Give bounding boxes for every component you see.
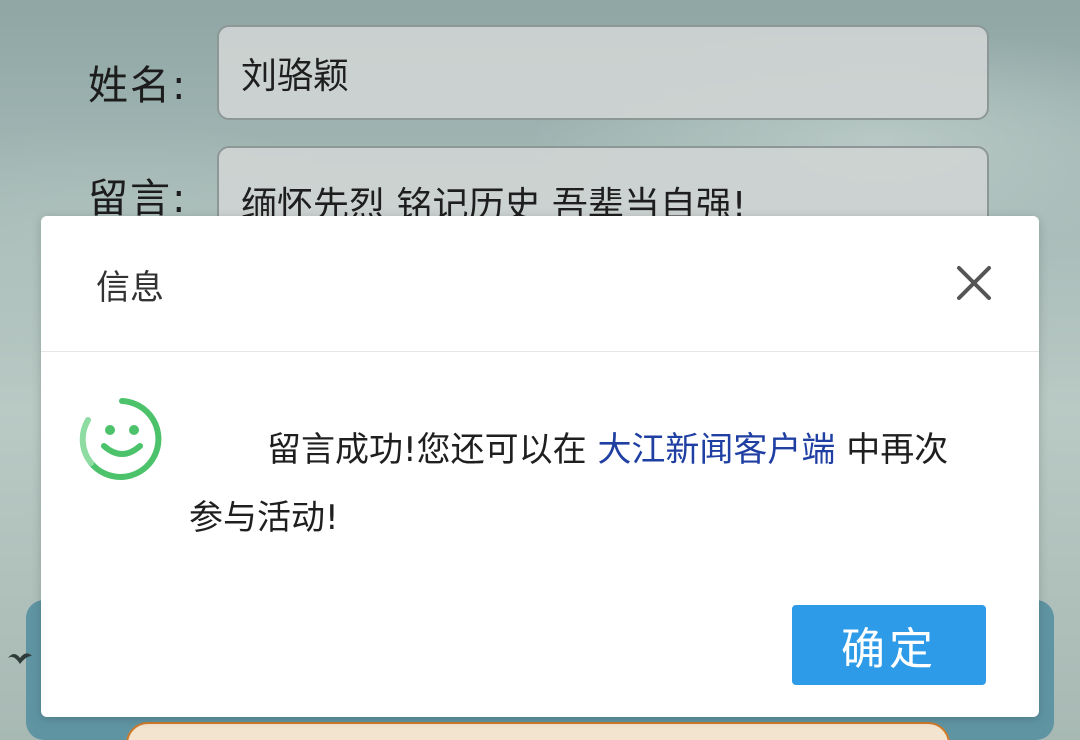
smile-icon	[79, 398, 162, 480]
dialog-message: 留言成功!您还可以在 大江新闻客户端 中再次参与活动!	[189, 416, 979, 552]
background-field	[126, 722, 950, 740]
close-icon	[957, 266, 991, 300]
bird-icon	[8, 653, 32, 664]
page: 姓名: 刘骆颖 留言: 缅怀先烈 铭记历史 吾辈当自强! 信息 留言成功!您还可…	[0, 0, 1080, 740]
message-prefix: 留言成功!您还可以在	[267, 430, 598, 470]
news-app-link[interactable]: 大江新闻客户端	[597, 430, 835, 470]
name-label: 姓名:	[88, 63, 188, 109]
dialog-title: 信息	[96, 268, 164, 308]
name-field[interactable]: 刘骆颖	[217, 25, 989, 120]
dialog-body: 留言成功!您还可以在 大江新闻客户端 中再次参与活动!	[41, 352, 1039, 602]
close-button[interactable]	[951, 260, 997, 306]
info-dialog: 信息 留言成功!您还可以在 大江新闻客户端 中再次参与活动! 确定	[41, 216, 1039, 717]
ok-button[interactable]: 确定	[792, 605, 986, 685]
dialog-header: 信息	[41, 216, 1039, 352]
